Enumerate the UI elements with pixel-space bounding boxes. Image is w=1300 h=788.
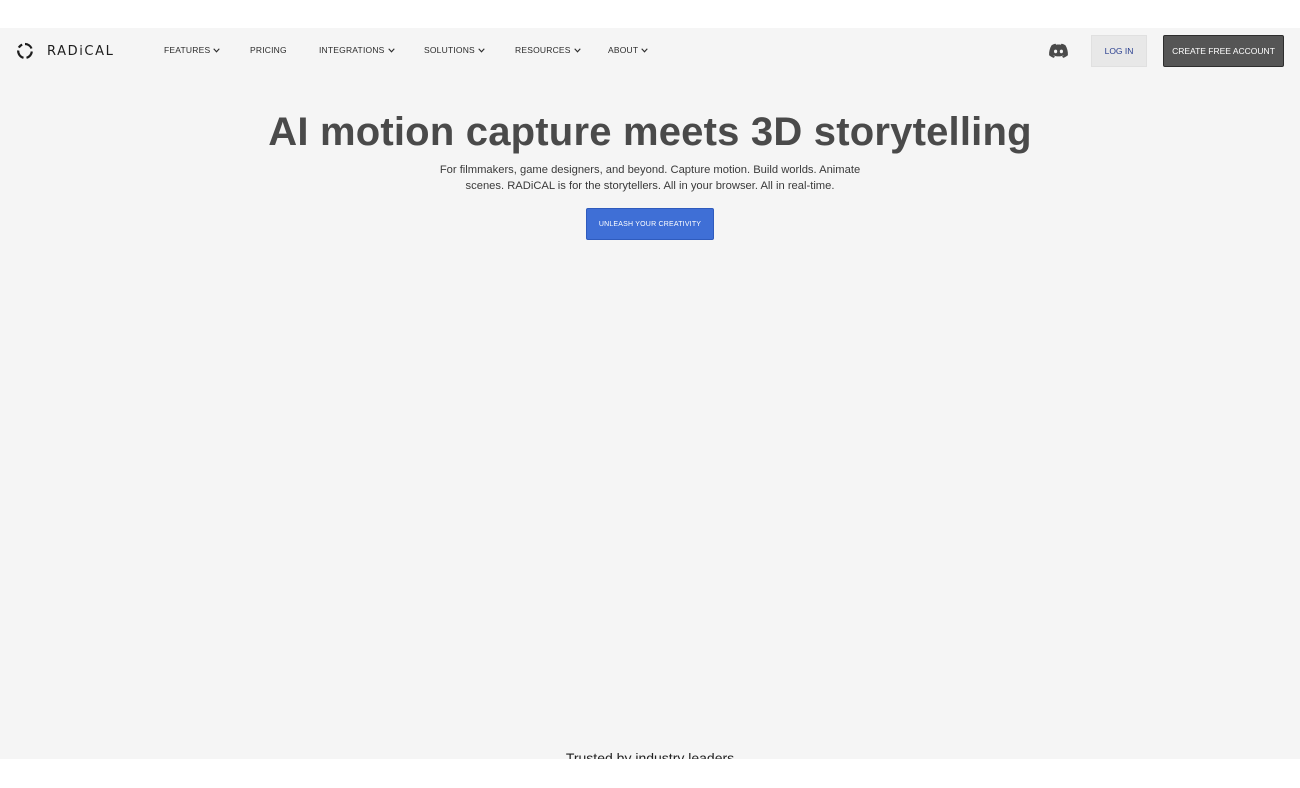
nav-about-label: ABOUT — [608, 45, 639, 55]
nav-pricing-label: PRICING — [250, 45, 287, 55]
nav-solutions[interactable]: SOLUTIONS — [424, 45, 485, 55]
page-viewport: RADiCAL FEATURES PRICING INTEGRATIONS SO… — [0, 28, 1300, 759]
hero-subtitle: For filmmakers, game designers, and beyo… — [439, 164, 861, 192]
nav-solutions-label: SOLUTIONS — [424, 45, 475, 55]
nav-about[interactable]: ABOUT — [608, 45, 648, 55]
brand-name: RADiCAL — [47, 43, 115, 59]
hero-title: AI motion capture meets 3D storytelling — [268, 110, 1032, 154]
discord-icon[interactable] — [1048, 43, 1069, 59]
chevron-down-icon — [387, 48, 395, 53]
site-header: RADiCAL FEATURES PRICING INTEGRATIONS SO… — [0, 28, 1300, 74]
nav-pricing[interactable]: PRICING — [250, 45, 287, 55]
nav-integrations-label: INTEGRATIONS — [319, 45, 385, 55]
brand-logo[interactable]: RADiCAL — [16, 42, 114, 60]
nav-resources[interactable]: RESOURCES — [515, 45, 581, 55]
nav-features-label: FEATURES — [164, 45, 211, 55]
radical-logo-icon — [17, 42, 33, 59]
create-free-account-button[interactable]: CREATE FREE ACCOUNT — [1163, 35, 1284, 67]
nav-features[interactable]: FEATURES — [164, 45, 221, 55]
login-button[interactable]: LOG IN — [1091, 35, 1147, 67]
unleash-creativity-button[interactable]: UNLEASH YOUR CREATIVITY — [586, 208, 714, 240]
trusted-heading: Trusted by industry leaders — [565, 750, 735, 759]
chevron-down-icon — [573, 48, 581, 53]
nav-resources-label: RESOURCES — [515, 45, 571, 55]
chevron-down-icon — [213, 48, 221, 53]
chevron-down-icon — [478, 48, 485, 53]
nav-integrations[interactable]: INTEGRATIONS — [319, 45, 395, 55]
chevron-down-icon — [641, 48, 648, 53]
